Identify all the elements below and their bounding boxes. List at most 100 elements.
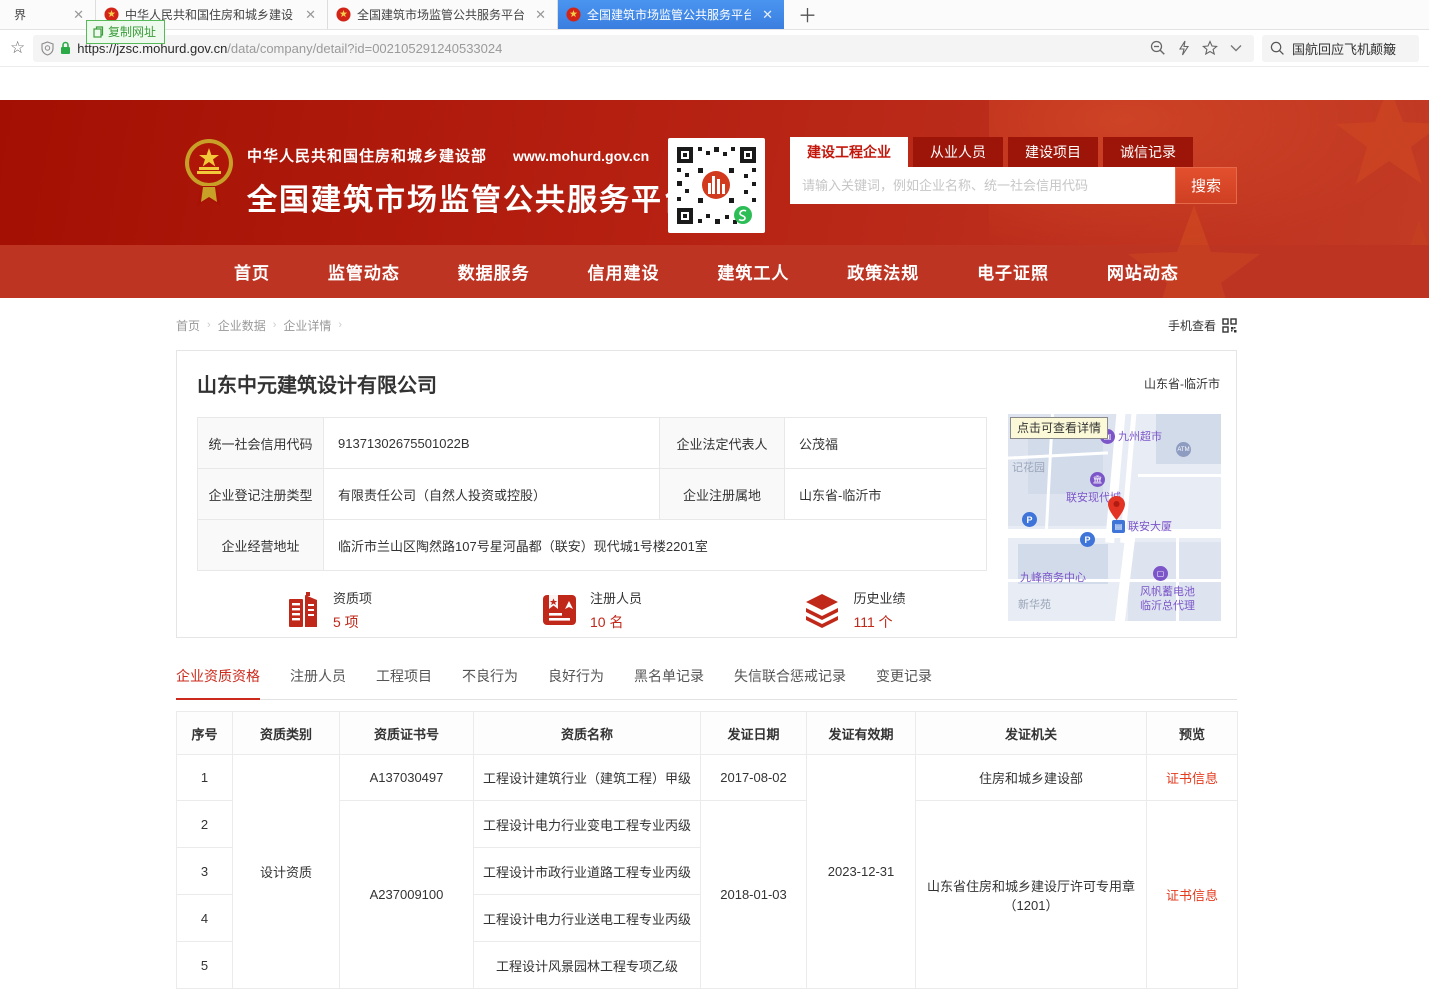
url-text[interactable]: https://jzsc.mohurd.gov.cn/data/company/… (77, 41, 1144, 56)
tab-qualifications[interactable]: 企业资质资格 (176, 666, 260, 700)
stat-qualifications: 资质项 5 项 (197, 588, 460, 632)
mobile-view-button[interactable]: 手机查看 (1168, 317, 1237, 334)
search-icon (1270, 41, 1285, 56)
row-no: 4 (177, 895, 233, 942)
tab-title: 全国建筑市场监管公共服务平台 (357, 6, 524, 23)
tab-close-icon[interactable]: ✕ (70, 7, 87, 23)
nav-news[interactable]: 网站动态 (1107, 259, 1179, 284)
search-button[interactable]: 搜索 (1175, 167, 1237, 204)
tab-changes[interactable]: 变更记录 (876, 666, 932, 699)
nav-license[interactable]: 电子证照 (977, 259, 1049, 284)
detail-section-tabs: 企业资质资格 注册人员 工程项目 不良行为 良好行为 黑名单记录 失信联合惩戒记… (176, 666, 1237, 700)
bookmark-star-icon[interactable]: ☆ (10, 38, 25, 58)
qual-name: 工程设计电力行业送电工程专业丙级 (474, 895, 701, 942)
site-favicon-icon (566, 7, 581, 22)
nav-policy[interactable]: 政策法规 (847, 259, 919, 284)
col-authority: 发证机关 (916, 712, 1147, 755)
cert-no: A137030497 (340, 755, 474, 801)
header-search-widget: 建设工程企业 从业人员 建设项目 诚信记录 搜索 (790, 137, 1237, 204)
breadcrumb-company-data[interactable]: 企业数据 (218, 317, 266, 334)
tab-close-icon[interactable]: ✕ (302, 7, 319, 23)
reg-type-label: 企业登记注册类型 (198, 469, 324, 520)
quick-search-text: 国航回应飞机颠簸 (1292, 39, 1396, 58)
browser-tab-partial[interactable]: 界 ✕ (0, 0, 96, 29)
company-region: 山东省-临沂市 (1144, 375, 1220, 392)
map-label-lianan-tower: 联安大厦 (1128, 521, 1172, 534)
keyword-input[interactable] (790, 167, 1175, 204)
main-content: 首页› 企业数据› 企业详情› 手机查看 山东中元建筑设计有限公司 山东省-临沂… (176, 315, 1237, 989)
stat-value: 5 项 (333, 612, 372, 632)
map-label-battery-line2: 临沂总代理 (1140, 600, 1195, 613)
nav-data-service[interactable]: 数据服务 (458, 259, 530, 284)
copy-icon (93, 26, 104, 38)
row-no: 3 (177, 848, 233, 895)
nav-credit[interactable]: 信用建设 (588, 259, 660, 284)
stat-label: 历史业绩 (853, 588, 905, 607)
issue-date: 2018-01-03 (701, 801, 807, 989)
tab-blacklist[interactable]: 黑名单记录 (634, 666, 704, 699)
tab-good-behavior[interactable]: 良好行为 (548, 666, 604, 699)
cert-no: A237009100 (340, 801, 474, 989)
qr-code-card (668, 138, 765, 233)
shield-icon[interactable] (41, 41, 54, 56)
qr-code-image (673, 143, 760, 228)
stat-value: 10 名 (590, 612, 642, 632)
qr-mini-icon (1222, 318, 1237, 333)
nav-workers[interactable]: 建筑工人 (717, 259, 789, 284)
parking-icon: P (1022, 512, 1037, 527)
qual-name: 工程设计风景园林工程专项乙级 (474, 942, 701, 989)
breadcrumb-company-detail[interactable]: 企业详情 (283, 317, 331, 334)
legal-rep-value: 公茂福 (785, 418, 987, 469)
certificate-info-link[interactable]: 证书信息 (1166, 771, 1218, 786)
row-no: 5 (177, 942, 233, 989)
company-location-map[interactable]: ▣ 九州超市 ATM 记花园 🏛 联安现代城 ▤ 联安大厦 P P 九峰商务中心… (1008, 414, 1221, 621)
col-name: 资质名称 (474, 712, 701, 755)
stat-label: 注册人员 (590, 588, 642, 607)
stat-history-performance: 历史业绩 111 个 (723, 588, 986, 632)
search-tab-enterprise[interactable]: 建设工程企业 (790, 137, 908, 167)
tab-dishonesty[interactable]: 失信联合惩戒记录 (734, 666, 846, 699)
favorite-star-icon[interactable] (1202, 40, 1218, 56)
tab-title: 界 (14, 6, 26, 23)
zoom-out-icon[interactable] (1150, 40, 1166, 56)
tab-close-icon[interactable]: ✕ (759, 7, 776, 23)
ministry-url: www.mohurd.gov.cn (513, 148, 649, 164)
search-tab-personnel[interactable]: 从业人员 (913, 137, 1003, 167)
reg-type-value: 有限责任公司（自然人投资或控股） (324, 469, 660, 520)
battery-pin-icon: ▢ (1153, 566, 1168, 581)
nav-supervision[interactable]: 监管动态 (328, 259, 400, 284)
company-card: 山东中元建筑设计有限公司 山东省-临沂市 统一社会信用代码 9137130267… (176, 350, 1237, 638)
browser-toolbar: ☆ https://jzsc.mohurd.gov.cn/data/compan… (0, 30, 1429, 67)
reg-region-label: 企业注册属地 (660, 469, 785, 520)
tab-close-icon[interactable]: ✕ (532, 7, 549, 23)
building-pin-icon: 🏛 (1090, 472, 1105, 487)
ministry-name: 中华人民共和国住房和城乡建设部 (247, 145, 487, 166)
quick-search-box[interactable]: 国航回应飞机颠簸 (1262, 35, 1419, 62)
browser-tab-active[interactable]: 全国建筑市场监管公共服务平台 ✕ (558, 0, 784, 29)
tab-projects[interactable]: 工程项目 (376, 666, 432, 699)
nav-home[interactable]: 首页 (234, 259, 270, 284)
site-favicon-icon (336, 7, 351, 22)
copy-url-label: 复制网址 (108, 23, 156, 40)
map-label-xinhuayuan: 新华苑 (1018, 599, 1051, 612)
layers-icon (803, 592, 841, 628)
browser-tab-2[interactable]: 全国建筑市场监管公共服务平台 ✕ (328, 0, 558, 29)
new-tab-button[interactable]: ＋ (784, 1, 831, 28)
lightning-icon[interactable] (1178, 40, 1190, 56)
search-tab-project[interactable]: 建设项目 (1008, 137, 1098, 167)
tab-registered-personnel[interactable]: 注册人员 (290, 666, 346, 699)
search-tab-credit[interactable]: 诚信记录 (1103, 137, 1193, 167)
chevron-down-icon[interactable] (1230, 44, 1242, 52)
atm-icon: ATM (1176, 442, 1191, 457)
lock-icon (60, 41, 71, 55)
map-label-garden: 记花园 (1012, 462, 1045, 475)
certificate-info-link[interactable]: 证书信息 (1166, 888, 1218, 903)
qual-category: 设计资质 (233, 755, 340, 989)
building-icon (285, 591, 321, 629)
credit-code-value: 91371302675501022B (324, 418, 660, 469)
address-bar[interactable]: https://jzsc.mohurd.gov.cn/data/company/… (33, 35, 1254, 62)
col-valid-until: 发证有效期 (807, 712, 916, 755)
breadcrumb-home[interactable]: 首页 (176, 317, 200, 334)
tab-bad-behavior[interactable]: 不良行为 (462, 666, 518, 699)
mobile-view-label: 手机查看 (1168, 317, 1216, 334)
